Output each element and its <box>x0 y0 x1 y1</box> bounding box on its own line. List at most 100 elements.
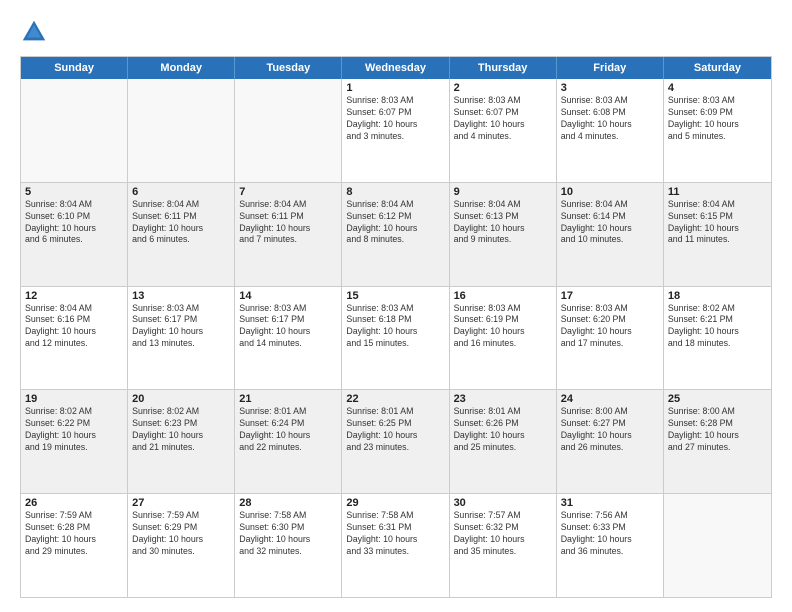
day-info: Sunrise: 8:03 AM Sunset: 6:07 PM Dayligh… <box>346 95 444 143</box>
page: SundayMondayTuesdayWednesdayThursdayFrid… <box>0 0 792 612</box>
day-number: 1 <box>346 82 444 94</box>
weekday-header-friday: Friday <box>557 57 664 79</box>
day-info: Sunrise: 8:03 AM Sunset: 6:09 PM Dayligh… <box>668 95 767 143</box>
day-cell-2: 2Sunrise: 8:03 AM Sunset: 6:07 PM Daylig… <box>450 79 557 182</box>
day-info: Sunrise: 8:01 AM Sunset: 6:24 PM Dayligh… <box>239 406 337 454</box>
day-cell-28: 28Sunrise: 7:58 AM Sunset: 6:30 PM Dayli… <box>235 494 342 597</box>
day-cell-22: 22Sunrise: 8:01 AM Sunset: 6:25 PM Dayli… <box>342 390 449 493</box>
calendar-row-1: 5Sunrise: 8:04 AM Sunset: 6:10 PM Daylig… <box>21 182 771 286</box>
day-cell-24: 24Sunrise: 8:00 AM Sunset: 6:27 PM Dayli… <box>557 390 664 493</box>
day-cell-16: 16Sunrise: 8:03 AM Sunset: 6:19 PM Dayli… <box>450 287 557 390</box>
logo-icon <box>20 18 48 46</box>
weekday-header-tuesday: Tuesday <box>235 57 342 79</box>
day-cell-19: 19Sunrise: 8:02 AM Sunset: 6:22 PM Dayli… <box>21 390 128 493</box>
day-info: Sunrise: 7:59 AM Sunset: 6:28 PM Dayligh… <box>25 510 123 558</box>
day-info: Sunrise: 8:03 AM Sunset: 6:20 PM Dayligh… <box>561 303 659 351</box>
day-number: 6 <box>132 186 230 198</box>
day-number: 13 <box>132 290 230 302</box>
day-info: Sunrise: 8:04 AM Sunset: 6:16 PM Dayligh… <box>25 303 123 351</box>
day-number: 27 <box>132 497 230 509</box>
day-number: 4 <box>668 82 767 94</box>
day-number: 7 <box>239 186 337 198</box>
day-info: Sunrise: 7:59 AM Sunset: 6:29 PM Dayligh… <box>132 510 230 558</box>
day-info: Sunrise: 8:02 AM Sunset: 6:23 PM Dayligh… <box>132 406 230 454</box>
day-info: Sunrise: 7:56 AM Sunset: 6:33 PM Dayligh… <box>561 510 659 558</box>
day-info: Sunrise: 7:58 AM Sunset: 6:30 PM Dayligh… <box>239 510 337 558</box>
day-info: Sunrise: 8:02 AM Sunset: 6:22 PM Dayligh… <box>25 406 123 454</box>
day-cell-26: 26Sunrise: 7:59 AM Sunset: 6:28 PM Dayli… <box>21 494 128 597</box>
weekday-header-monday: Monday <box>128 57 235 79</box>
day-number: 8 <box>346 186 444 198</box>
day-cell-8: 8Sunrise: 8:04 AM Sunset: 6:12 PM Daylig… <box>342 183 449 286</box>
day-info: Sunrise: 8:03 AM Sunset: 6:17 PM Dayligh… <box>132 303 230 351</box>
day-info: Sunrise: 8:04 AM Sunset: 6:12 PM Dayligh… <box>346 199 444 247</box>
day-cell-9: 9Sunrise: 8:04 AM Sunset: 6:13 PM Daylig… <box>450 183 557 286</box>
day-info: Sunrise: 8:04 AM Sunset: 6:10 PM Dayligh… <box>25 199 123 247</box>
day-number: 22 <box>346 393 444 405</box>
calendar-header: SundayMondayTuesdayWednesdayThursdayFrid… <box>21 57 771 79</box>
day-info: Sunrise: 7:58 AM Sunset: 6:31 PM Dayligh… <box>346 510 444 558</box>
day-number: 29 <box>346 497 444 509</box>
day-number: 30 <box>454 497 552 509</box>
day-info: Sunrise: 7:57 AM Sunset: 6:32 PM Dayligh… <box>454 510 552 558</box>
day-cell-27: 27Sunrise: 7:59 AM Sunset: 6:29 PM Dayli… <box>128 494 235 597</box>
day-info: Sunrise: 8:03 AM Sunset: 6:17 PM Dayligh… <box>239 303 337 351</box>
weekday-header-sunday: Sunday <box>21 57 128 79</box>
day-cell-23: 23Sunrise: 8:01 AM Sunset: 6:26 PM Dayli… <box>450 390 557 493</box>
day-number: 10 <box>561 186 659 198</box>
day-number: 5 <box>25 186 123 198</box>
day-cell-17: 17Sunrise: 8:03 AM Sunset: 6:20 PM Dayli… <box>557 287 664 390</box>
day-cell-10: 10Sunrise: 8:04 AM Sunset: 6:14 PM Dayli… <box>557 183 664 286</box>
day-number: 31 <box>561 497 659 509</box>
day-cell-3: 3Sunrise: 8:03 AM Sunset: 6:08 PM Daylig… <box>557 79 664 182</box>
day-info: Sunrise: 8:02 AM Sunset: 6:21 PM Dayligh… <box>668 303 767 351</box>
day-info: Sunrise: 8:00 AM Sunset: 6:27 PM Dayligh… <box>561 406 659 454</box>
day-number: 9 <box>454 186 552 198</box>
empty-cell-0-1 <box>128 79 235 182</box>
weekday-header-wednesday: Wednesday <box>342 57 449 79</box>
calendar-row-2: 12Sunrise: 8:04 AM Sunset: 6:16 PM Dayli… <box>21 286 771 390</box>
day-number: 18 <box>668 290 767 302</box>
day-number: 24 <box>561 393 659 405</box>
day-number: 14 <box>239 290 337 302</box>
day-info: Sunrise: 8:04 AM Sunset: 6:14 PM Dayligh… <box>561 199 659 247</box>
day-info: Sunrise: 8:03 AM Sunset: 6:08 PM Dayligh… <box>561 95 659 143</box>
day-info: Sunrise: 8:03 AM Sunset: 6:19 PM Dayligh… <box>454 303 552 351</box>
day-info: Sunrise: 8:03 AM Sunset: 6:18 PM Dayligh… <box>346 303 444 351</box>
day-info: Sunrise: 8:04 AM Sunset: 6:11 PM Dayligh… <box>132 199 230 247</box>
day-cell-6: 6Sunrise: 8:04 AM Sunset: 6:11 PM Daylig… <box>128 183 235 286</box>
day-info: Sunrise: 8:04 AM Sunset: 6:15 PM Dayligh… <box>668 199 767 247</box>
day-cell-4: 4Sunrise: 8:03 AM Sunset: 6:09 PM Daylig… <box>664 79 771 182</box>
day-info: Sunrise: 8:01 AM Sunset: 6:26 PM Dayligh… <box>454 406 552 454</box>
calendar-row-0: 1Sunrise: 8:03 AM Sunset: 6:07 PM Daylig… <box>21 79 771 182</box>
day-cell-7: 7Sunrise: 8:04 AM Sunset: 6:11 PM Daylig… <box>235 183 342 286</box>
day-number: 17 <box>561 290 659 302</box>
day-number: 16 <box>454 290 552 302</box>
day-cell-5: 5Sunrise: 8:04 AM Sunset: 6:10 PM Daylig… <box>21 183 128 286</box>
day-cell-21: 21Sunrise: 8:01 AM Sunset: 6:24 PM Dayli… <box>235 390 342 493</box>
calendar-row-4: 26Sunrise: 7:59 AM Sunset: 6:28 PM Dayli… <box>21 493 771 597</box>
day-info: Sunrise: 8:03 AM Sunset: 6:07 PM Dayligh… <box>454 95 552 143</box>
day-cell-12: 12Sunrise: 8:04 AM Sunset: 6:16 PM Dayli… <box>21 287 128 390</box>
day-cell-15: 15Sunrise: 8:03 AM Sunset: 6:18 PM Dayli… <box>342 287 449 390</box>
day-cell-1: 1Sunrise: 8:03 AM Sunset: 6:07 PM Daylig… <box>342 79 449 182</box>
day-cell-29: 29Sunrise: 7:58 AM Sunset: 6:31 PM Dayli… <box>342 494 449 597</box>
empty-cell-0-0 <box>21 79 128 182</box>
day-cell-25: 25Sunrise: 8:00 AM Sunset: 6:28 PM Dayli… <box>664 390 771 493</box>
day-number: 23 <box>454 393 552 405</box>
day-info: Sunrise: 8:00 AM Sunset: 6:28 PM Dayligh… <box>668 406 767 454</box>
day-number: 2 <box>454 82 552 94</box>
calendar: SundayMondayTuesdayWednesdayThursdayFrid… <box>20 56 772 598</box>
day-number: 11 <box>668 186 767 198</box>
day-cell-14: 14Sunrise: 8:03 AM Sunset: 6:17 PM Dayli… <box>235 287 342 390</box>
day-number: 3 <box>561 82 659 94</box>
day-cell-13: 13Sunrise: 8:03 AM Sunset: 6:17 PM Dayli… <box>128 287 235 390</box>
day-number: 28 <box>239 497 337 509</box>
day-number: 20 <box>132 393 230 405</box>
weekday-header-saturday: Saturday <box>664 57 771 79</box>
day-cell-31: 31Sunrise: 7:56 AM Sunset: 6:33 PM Dayli… <box>557 494 664 597</box>
day-info: Sunrise: 8:04 AM Sunset: 6:13 PM Dayligh… <box>454 199 552 247</box>
day-cell-20: 20Sunrise: 8:02 AM Sunset: 6:23 PM Dayli… <box>128 390 235 493</box>
weekday-header-thursday: Thursday <box>450 57 557 79</box>
day-cell-18: 18Sunrise: 8:02 AM Sunset: 6:21 PM Dayli… <box>664 287 771 390</box>
